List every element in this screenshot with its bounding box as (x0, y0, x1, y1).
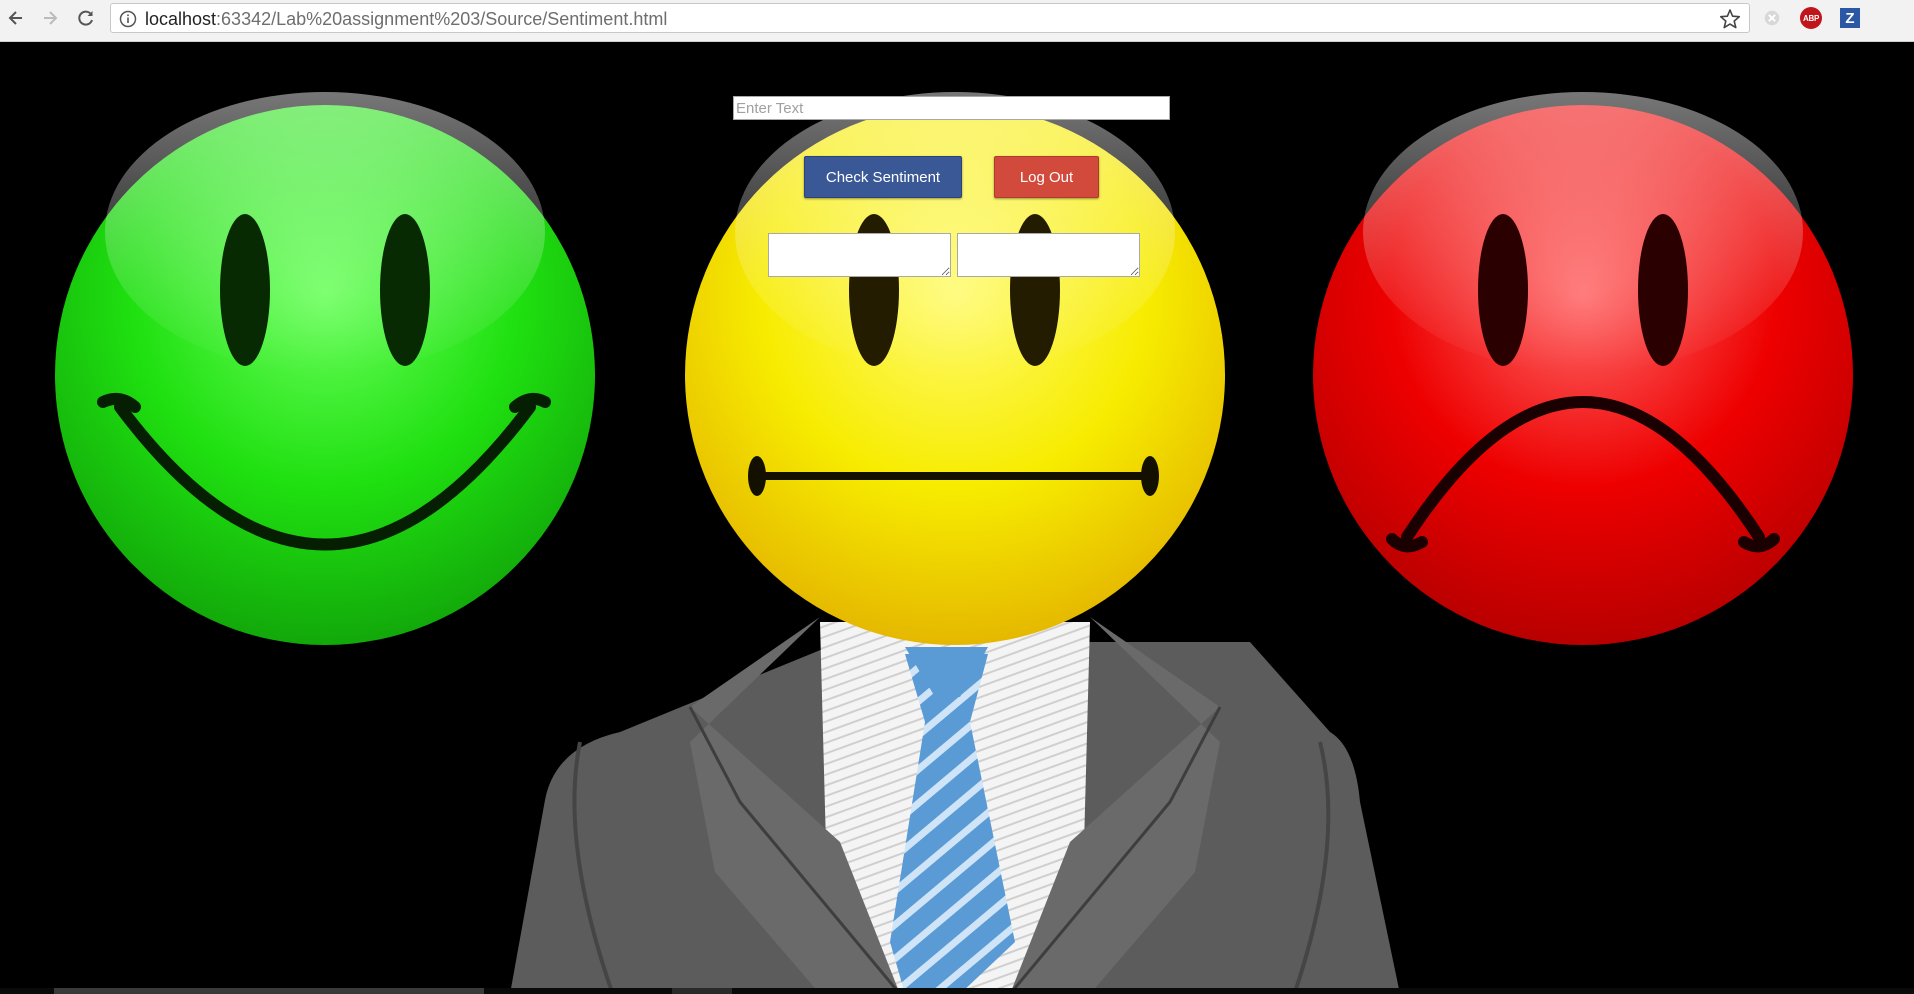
sentiment-text-input[interactable] (733, 96, 1170, 120)
arrow-right-icon (44, 11, 58, 25)
address-bar[interactable]: localhost:63342/Lab%20assignment%203/Sou… (110, 3, 1750, 33)
check-sentiment-button[interactable]: Check Sentiment (804, 156, 962, 198)
url-path: :63342/Lab%20assignment%203/Source/Senti… (216, 9, 668, 29)
url-host: localhost (145, 9, 217, 29)
back-button[interactable] (4, 6, 28, 30)
reload-button[interactable] (74, 6, 98, 30)
page-viewport: Check Sentiment Log Out (0, 42, 1914, 994)
scrollbar-segment (672, 988, 732, 994)
sad-face (1313, 92, 1853, 645)
horizontal-scrollbar-thumb[interactable] (54, 988, 484, 994)
forward-button[interactable] (38, 6, 62, 30)
url-text[interactable]: localhost:63342/Lab%20assignment%203/Sou… (145, 9, 667, 29)
info-icon[interactable] (119, 10, 137, 28)
zotero-icon[interactable]: Z (1840, 8, 1860, 28)
adblock-plus-icon[interactable]: ABP (1800, 7, 1822, 29)
happy-face (55, 92, 595, 645)
result-textarea-2[interactable] (957, 233, 1140, 277)
blocked-extension-icon[interactable] (1761, 7, 1783, 29)
arrow-left-icon (8, 11, 22, 25)
reload-icon (78, 10, 93, 26)
star-icon[interactable] (1719, 8, 1741, 30)
suit-body (510, 617, 1400, 994)
browser-toolbar: localhost:63342/Lab%20assignment%203/Sou… (0, 0, 1914, 42)
result-textarea-1[interactable] (768, 233, 951, 277)
log-out-button[interactable]: Log Out (994, 156, 1099, 198)
